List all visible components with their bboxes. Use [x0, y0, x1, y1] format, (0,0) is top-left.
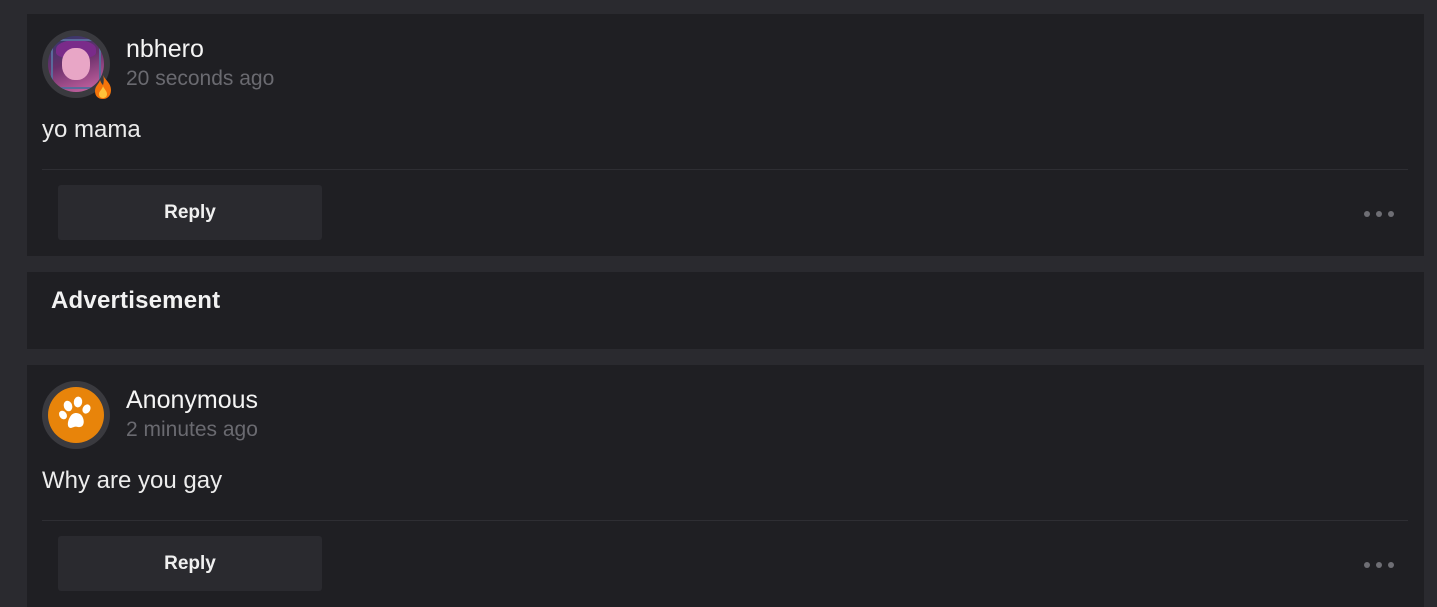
divider [42, 520, 1408, 521]
anonymous-avatar [48, 387, 104, 443]
timestamp: 20 seconds ago [126, 67, 275, 90]
reply-button[interactable]: Reply [58, 185, 322, 240]
advertisement-label: Advertisement [51, 287, 221, 314]
paw-icon [59, 396, 91, 428]
divider [42, 169, 1408, 170]
comment-card: Anonymous 2 minutes ago Why are you gay … [27, 365, 1424, 607]
avatar[interactable] [42, 30, 111, 99]
reply-button[interactable]: Reply [58, 536, 322, 591]
comment-header: nbhero 20 seconds ago [42, 30, 1408, 99]
comment-meta: Anonymous 2 minutes ago [126, 385, 258, 445]
username: Anonymous [126, 386, 259, 414]
comment-text: yo mama [42, 116, 141, 143]
username[interactable]: nbhero [126, 34, 274, 64]
comment-meta: nbhero 20 seconds ago [126, 34, 274, 94]
comment-text: Why are you gay [42, 467, 223, 494]
timestamp: 2 minutes ago [126, 418, 258, 441]
comment-feed: nbhero 20 seconds ago yo mama Reply Adve… [27, 14, 1424, 607]
more-options-icon[interactable] [1364, 558, 1394, 572]
comment-card: nbhero 20 seconds ago yo mama Reply [27, 14, 1424, 256]
fire-icon [95, 75, 111, 99]
avatar[interactable] [42, 381, 110, 449]
more-options-icon[interactable] [1364, 207, 1394, 221]
advertisement-card: Advertisement [27, 272, 1424, 349]
comment-header: Anonymous 2 minutes ago [42, 381, 1408, 449]
